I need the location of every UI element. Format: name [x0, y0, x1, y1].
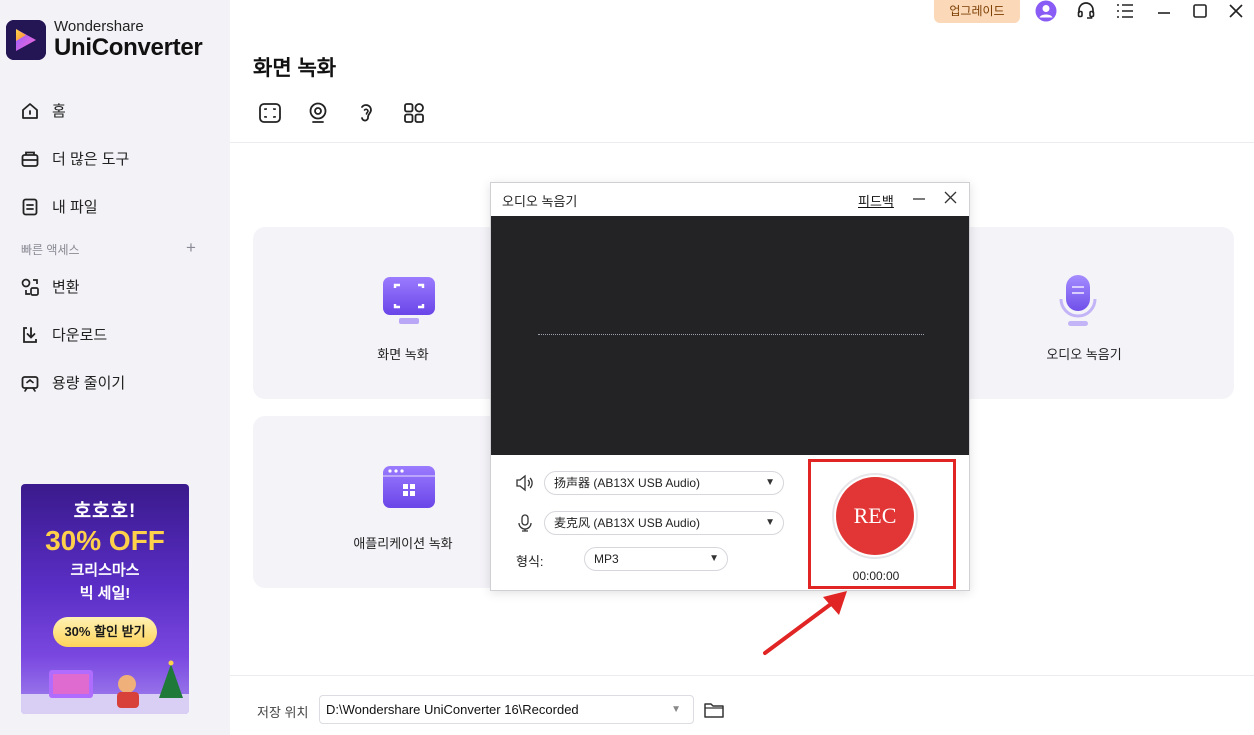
mic-device-value: 麦克风 (AB13X USB Audio) [554, 516, 701, 530]
sidebar-item-convert[interactable]: 변환 [20, 276, 80, 297]
waveform-baseline [538, 334, 924, 335]
page-title: 화면 녹화 [253, 57, 337, 80]
apps-grid-icon [402, 101, 426, 130]
card-label: 오디오 녹음기 [1046, 347, 1122, 362]
user-avatar-icon[interactable] [1034, 0, 1058, 22]
close-icon[interactable] [1224, 0, 1248, 22]
apps-tool-button[interactable] [400, 101, 428, 129]
mic-icon [514, 512, 536, 534]
audio-record-icon [354, 101, 378, 130]
chevron-down-icon: ▼ [765, 517, 775, 528]
sidebar-item-download[interactable]: 다운로드 [20, 324, 107, 345]
compress-icon [20, 373, 40, 393]
promo-banner[interactable]: 호호호! 30% OFF 크리스마스 빅 세일! 30% 할인 받기 [21, 484, 189, 714]
maximize-icon[interactable] [1188, 0, 1212, 22]
file-icon [20, 197, 40, 217]
menu-icon[interactable] [1113, 0, 1137, 22]
dialog-close-icon[interactable] [941, 189, 959, 207]
feedback-link[interactable]: 피드백 [858, 191, 894, 210]
sidebar-item-my-files[interactable]: 내 파일 [20, 196, 98, 217]
save-location-label: 저장 위치 [257, 705, 309, 720]
promo-cta-button[interactable]: 30% 할인 받기 [53, 617, 157, 647]
promo-line-1: 호호호! [73, 501, 137, 522]
annotation-arrow-icon [763, 591, 847, 655]
app-brand: Wondershare [54, 18, 144, 35]
footer-divider [230, 675, 1254, 676]
convert-icon [20, 277, 40, 297]
toolbox-icon [20, 149, 40, 169]
quick-access-label: 빠른 액세스 [21, 243, 80, 257]
rec-button[interactable]: REC [836, 477, 914, 555]
sidebar-item-more-tools[interactable]: 더 많은 도구 [20, 148, 129, 169]
open-folder-icon[interactable] [703, 699, 725, 721]
screen-record-icon [381, 275, 437, 332]
dialog-minimize-icon[interactable] [910, 189, 928, 207]
audio-record-tool-button[interactable] [352, 101, 380, 129]
screen-capture-tool-button[interactable] [256, 101, 284, 129]
speaker-device-value: 扬声器 (AB13X USB Audio) [554, 476, 701, 490]
webcam-icon [306, 101, 330, 130]
speaker-device-select[interactable]: 扬声器 (AB13X USB Audio) ▼ [544, 471, 784, 495]
app-product-name: UniConverter [54, 34, 203, 61]
dialog-title: 오디오 녹음기 [502, 194, 578, 209]
header-divider [230, 142, 1254, 143]
sidebar-item-label: 변환 [52, 279, 80, 296]
app-logo: Wondershare UniConverter [6, 18, 203, 61]
home-icon [20, 101, 40, 121]
microphone-icon [1054, 273, 1102, 334]
download-icon [20, 325, 40, 345]
promo-line-2: 30% OFF [45, 525, 165, 556]
promo-line-3: 크리스마스 [70, 562, 140, 579]
sidebar: Wondershare UniConverter 홈 더 많은 도구 내 파일 … [0, 0, 230, 735]
webcam-tool-button[interactable] [304, 101, 332, 129]
chevron-down-icon: ▼ [709, 553, 719, 564]
app-window-icon [381, 464, 437, 521]
sidebar-item-label: 홈 [52, 103, 66, 120]
promo-line-4: 빅 세일! [79, 585, 131, 602]
sidebar-item-home[interactable]: 홈 [20, 100, 66, 121]
sidebar-item-label: 다운로드 [52, 327, 108, 344]
waveform-display [491, 216, 969, 455]
save-location-select[interactable]: D:\Wondershare UniConverter 16\Recorded … [319, 695, 694, 724]
sidebar-item-compress[interactable]: 용량 줄이기 [20, 372, 125, 393]
upgrade-button[interactable]: 업그레이드 [934, 0, 1020, 23]
screen-capture-icon [258, 101, 282, 130]
format-select[interactable]: MP3 ▼ [584, 547, 728, 571]
quick-access-add-button[interactable]: + [186, 238, 196, 258]
chevron-down-icon: ▼ [671, 704, 681, 715]
save-location-value: D:\Wondershare UniConverter 16\Recorded [326, 702, 579, 717]
speaker-icon [514, 472, 536, 494]
recording-timer: 00:00:00 [852, 569, 900, 583]
format-label: 형식: [516, 554, 544, 569]
headset-icon[interactable] [1074, 0, 1098, 22]
mic-device-select[interactable]: 麦克风 (AB13X USB Audio) ▼ [544, 511, 784, 535]
sidebar-item-label: 용량 줄이기 [52, 375, 126, 392]
minimize-icon[interactable] [1152, 0, 1176, 22]
audio-recorder-card[interactable]: 오디오 녹음기 [934, 227, 1234, 399]
format-value: MP3 [594, 552, 619, 566]
uniconverter-logo-icon [6, 19, 46, 60]
promo-illustration-icon [21, 660, 189, 714]
chevron-down-icon: ▼ [765, 477, 775, 488]
sidebar-item-label: 더 많은 도구 [52, 151, 130, 168]
sidebar-item-label: 내 파일 [52, 199, 98, 216]
